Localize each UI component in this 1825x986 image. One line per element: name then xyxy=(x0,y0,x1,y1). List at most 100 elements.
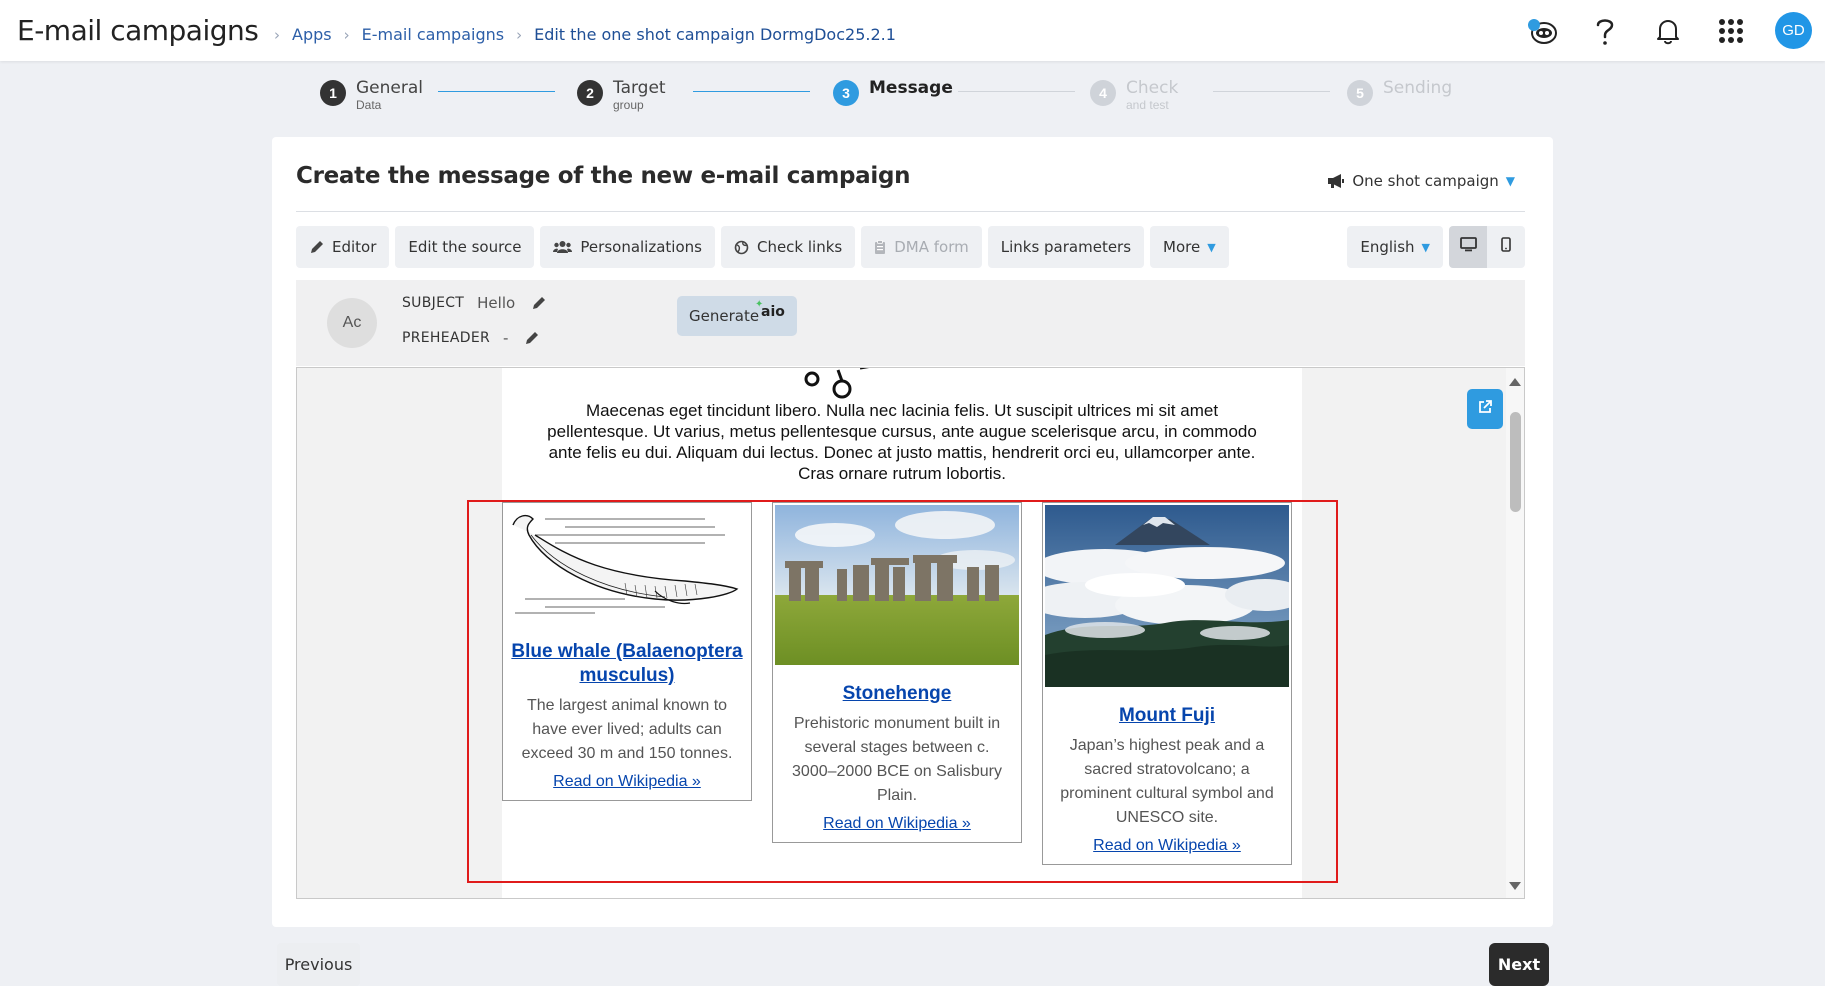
scroll-up-arrow-icon[interactable] xyxy=(1509,378,1521,386)
chevron-down-icon: ▼ xyxy=(1207,240,1216,254)
open-external-button[interactable] xyxy=(1467,389,1503,429)
edit-preheader-pencil-icon[interactable] xyxy=(524,331,539,346)
stonehenge-photo xyxy=(775,505,1019,670)
step-connector xyxy=(958,91,1075,92)
step-target[interactable]: 2 Target group xyxy=(577,78,666,112)
step-label: Message xyxy=(869,78,953,98)
top-icons: GD xyxy=(1510,0,1825,61)
chevron-down-icon: ▼ xyxy=(1421,240,1430,254)
intro-paragraph: Maecenas eget tincidunt libero. Nulla ne… xyxy=(547,401,1257,483)
card-stonehenge: Stonehenge Prehistoric monument built in… xyxy=(772,502,1022,843)
breadcrumb-apps[interactable]: Apps xyxy=(292,25,332,44)
card-title-link[interactable]: Mount Fuji xyxy=(1043,704,1291,728)
edit-source-label: Edit the source xyxy=(408,238,522,256)
page-title: Create the message of the new e-mail cam… xyxy=(296,163,911,189)
apps-grid-icon[interactable] xyxy=(1699,0,1762,61)
mobile-view-button[interactable] xyxy=(1487,226,1525,268)
subject-panel: Ac SUBJECT Hello Generate ✦ aio PREHEADE… xyxy=(296,280,1525,366)
editor-button-label: Editor xyxy=(332,238,377,256)
breadcrumb-separator: › xyxy=(274,25,280,44)
step-check: 4 Check and test xyxy=(1090,78,1178,112)
user-avatar-button[interactable]: GD xyxy=(1762,0,1825,61)
help-icon[interactable] xyxy=(1573,0,1636,61)
pencil-icon xyxy=(309,240,324,255)
logo-fragment-icon xyxy=(804,368,870,399)
device-toggle xyxy=(1449,226,1525,268)
campaign-type-dropdown[interactable]: One shot campaign ▼ xyxy=(1327,172,1515,190)
preview-scrollbar[interactable] xyxy=(1506,368,1524,898)
card-description: Prehistoric monument built in several st… xyxy=(792,715,1002,804)
subject-label: SUBJECT xyxy=(402,295,465,311)
generate-aio-button[interactable]: Generate ✦ aio xyxy=(677,296,797,336)
users-icon xyxy=(553,240,573,254)
editor-toolbar: Editor Edit the source Personalizations … xyxy=(296,226,1235,268)
step-number: 4 xyxy=(1090,80,1116,106)
step-connector xyxy=(1213,91,1330,92)
card-blue-whale: Blue whale (Balaenoptera musculus) The l… xyxy=(502,502,752,801)
desktop-view-button[interactable] xyxy=(1449,226,1487,268)
read-on-wikipedia-link[interactable]: Read on Wikipedia » xyxy=(1043,836,1291,856)
preheader-row: PREHEADER - xyxy=(402,329,539,347)
card-title-link[interactable]: Stonehenge xyxy=(773,682,1021,706)
aio-label: aio xyxy=(761,304,785,320)
step-number: 5 xyxy=(1347,80,1373,106)
megaphone-icon xyxy=(1327,173,1345,189)
personalizations-button[interactable]: Personalizations xyxy=(540,226,715,268)
more-dropdown[interactable]: More ▼ xyxy=(1150,226,1229,268)
generate-label: Generate xyxy=(689,307,760,325)
edit-subject-pencil-icon[interactable] xyxy=(531,296,546,311)
globe-icon xyxy=(734,240,749,255)
assistant-icon[interactable] xyxy=(1510,0,1573,61)
language-dropdown[interactable]: English ▼ xyxy=(1347,226,1443,268)
editor-button[interactable]: Editor xyxy=(296,226,390,268)
step-message[interactable]: 3 Message xyxy=(833,78,953,106)
read-on-wikipedia-link[interactable]: Read on Wikipedia » xyxy=(773,814,1021,834)
step-connector xyxy=(438,91,555,92)
step-sublabel: Data xyxy=(356,98,382,112)
card-mount-fuji: Mount Fuji Japan’s highest peak and a sa… xyxy=(1042,502,1292,865)
email-preview[interactable]: Maecenas eget tincidunt libero. Nulla ne… xyxy=(296,367,1525,899)
step-sublabel: and test xyxy=(1126,98,1169,112)
links-parameters-button[interactable]: Links parameters xyxy=(987,226,1145,268)
mobile-icon xyxy=(1501,237,1511,257)
message-card: Create the message of the new e-mail cam… xyxy=(272,137,1553,927)
chevron-down-icon: ▼ xyxy=(1505,174,1515,188)
preheader-label: PREHEADER xyxy=(402,330,491,346)
subject-row: SUBJECT Hello Generate ✦ aio xyxy=(402,294,797,336)
sender-avatar: Ac xyxy=(327,298,377,348)
step-general[interactable]: 1 General Data xyxy=(320,78,423,112)
step-number: 2 xyxy=(577,80,603,106)
links-parameters-label: Links parameters xyxy=(1000,238,1132,256)
step-label: Target xyxy=(613,78,666,98)
scroll-down-arrow-icon[interactable] xyxy=(1509,882,1521,890)
read-on-wikipedia-link[interactable]: Read on Wikipedia » xyxy=(503,772,751,792)
step-sublabel: group xyxy=(613,98,644,112)
card-title-link[interactable]: Blue whale (Balaenoptera musculus) xyxy=(503,640,751,688)
more-label: More xyxy=(1163,238,1201,256)
scroll-thumb[interactable] xyxy=(1510,412,1521,512)
clipboard-icon xyxy=(874,239,886,255)
step-connector xyxy=(693,91,810,92)
step-label: Sending xyxy=(1383,78,1453,98)
feature-cards: Blue whale (Balaenoptera musculus) The l… xyxy=(502,502,1302,882)
divider xyxy=(296,211,1525,212)
check-links-button[interactable]: Check links xyxy=(720,226,856,268)
avatar: GD xyxy=(1775,12,1812,49)
step-label: Check xyxy=(1126,78,1179,98)
next-button[interactable]: Next xyxy=(1489,943,1549,986)
preheader-value: - xyxy=(503,329,509,347)
campaign-type-label: One shot campaign xyxy=(1352,172,1499,190)
dma-form-button: DMA form xyxy=(861,226,982,268)
app-title: E-mail campaigns xyxy=(17,14,259,47)
personalizations-label: Personalizations xyxy=(580,238,702,256)
subject-value: Hello xyxy=(477,294,516,312)
dma-form-label: DMA form xyxy=(894,238,969,256)
bell-icon[interactable] xyxy=(1636,0,1699,61)
language-label: English xyxy=(1360,238,1415,256)
previous-button[interactable]: Previous xyxy=(277,943,360,986)
breadcrumb-current: Edit the one shot campaign DormgDoc25.2.… xyxy=(534,25,896,44)
breadcrumb-email-campaigns[interactable]: E-mail campaigns xyxy=(362,25,504,44)
top-bar: E-mail campaigns › Apps › E-mail campaig… xyxy=(0,0,1825,61)
campaign-stepper: 1 General Data 2 Target group 3 Message 4 … xyxy=(320,78,1452,122)
edit-source-button[interactable]: Edit the source xyxy=(395,226,535,268)
